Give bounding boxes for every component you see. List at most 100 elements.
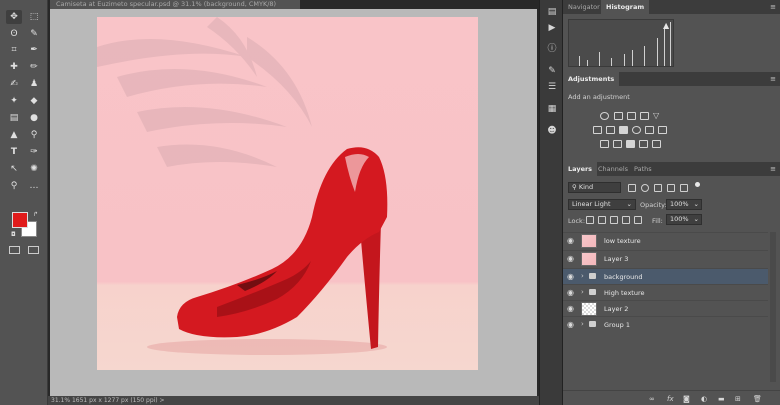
color-lookup-icon[interactable] [658,126,667,134]
zoom-tool-icon[interactable]: ⚲ [6,179,22,193]
posterize-icon[interactable] [613,140,622,148]
chevron-right-icon[interactable]: › [581,288,584,296]
visibility-eye-icon[interactable]: ◉ [567,236,574,245]
info-icon[interactable]: ⓘ [545,42,559,56]
channel-mixer-icon[interactable] [645,126,654,134]
selective-color-icon[interactable] [652,140,661,148]
color-balance-icon[interactable] [593,126,602,134]
play-icon[interactable]: ▶ [545,21,559,35]
lock-image-icon[interactable] [598,216,606,224]
tab-channels[interactable]: Channels [593,162,633,176]
screen-mode-icon[interactable] [28,246,39,254]
lock-all-icon[interactable] [634,216,642,224]
curves-icon[interactable] [627,112,636,120]
brush-settings-icon[interactable]: ✎ [545,64,559,78]
levels-icon[interactable] [614,112,623,120]
tab-navigator[interactable]: Navigator [563,0,605,14]
threshold-icon[interactable] [626,140,635,148]
shape-filter-icon[interactable] [667,184,675,192]
stamp-tool-icon[interactable]: ♟ [26,77,42,91]
layer-style-icon[interactable]: fx [667,395,674,403]
chevron-right-icon[interactable]: › [581,320,584,328]
blur-tool-icon[interactable]: ● [26,111,42,125]
more-tools-icon[interactable]: … [26,179,42,193]
layer-row[interactable]: ◉ Layer 2 [563,300,768,316]
swap-colors-icon[interactable]: ↱ [33,211,38,218]
type-tool-icon[interactable]: T [6,145,22,159]
photo-filter-icon[interactable] [632,126,641,134]
layer-row[interactable]: ◉ Layer 3 [563,250,768,266]
lasso-tool-icon[interactable]: ʘ [6,27,22,41]
burn-tool-icon[interactable]: ⚲ [26,128,42,142]
properties-icon[interactable]: ▦ [545,102,559,116]
tab-paths[interactable]: Paths [629,162,657,176]
path-select-tool-icon[interactable]: ↖ [6,162,22,176]
layer-row[interactable]: ◉ › Group 1 [563,316,768,332]
panel-menu-icon[interactable]: ≡ [770,165,776,173]
visibility-eye-icon[interactable]: ◉ [567,320,574,329]
hue-icon[interactable] [606,126,615,134]
pencil-tool-icon[interactable]: ✏ [26,60,42,74]
quick-mask-icon[interactable] [9,246,20,254]
pixel-filter-icon[interactable] [628,184,636,192]
fill-input[interactable]: 100% ⌄ [666,214,702,225]
crop-tool-icon[interactable]: ⌗ [6,43,22,57]
brightness-icon[interactable] [600,112,609,120]
invert-icon[interactable] [600,140,609,148]
visibility-eye-icon[interactable]: ◉ [567,288,574,297]
delete-layer-icon[interactable]: 🗑 [753,395,762,403]
gradient-tool-icon[interactable]: ▤ [6,111,22,125]
layer-filter-kind[interactable]: ⚲ Kind [568,182,621,193]
panel-menu-icon[interactable]: ≡ [770,75,776,83]
tab-adjustments[interactable]: Adjustments [563,72,620,86]
visibility-eye-icon[interactable]: ◉ [567,304,574,313]
visibility-eye-icon[interactable]: ◉ [567,254,574,263]
layer-row[interactable]: ◉ low texture [563,232,768,248]
adjustment-filter-icon[interactable] [641,184,649,192]
new-adjustment-icon[interactable]: ◐ [701,395,707,403]
new-group-icon[interactable]: ▬ [718,395,725,403]
marquee-tool-icon[interactable]: ⬚ [26,10,42,24]
vibrance-icon[interactable]: ▽ [653,112,662,120]
document-tab[interactable]: Camiseta at Euzimeto specular.psd @ 31.1… [50,0,300,9]
black-white-icon[interactable] [619,126,628,134]
layer-row[interactable]: ◉ › background [563,268,768,284]
filter-toggle-icon[interactable] [695,182,700,187]
add-mask-icon[interactable]: ◙ [683,395,690,403]
blend-mode-select[interactable]: Linear Light ⌄ [568,199,636,210]
gradient-map-icon[interactable] [639,140,648,148]
chevron-right-icon[interactable]: › [581,272,584,280]
lock-transparent-icon[interactable] [586,216,594,224]
history-icon[interactable]: ▤ [545,5,559,19]
eraser-tool-icon[interactable]: ◆ [26,94,42,108]
type-filter-icon[interactable] [654,184,662,192]
canvas-image[interactable] [97,17,478,370]
new-layer-icon[interactable]: ⊞ [735,395,741,403]
exposure-icon[interactable] [640,112,649,120]
dodge-tool-icon[interactable]: ▲ [6,128,22,142]
opacity-input[interactable]: 100% ⌄ [666,199,702,210]
foreground-color-swatch[interactable] [12,212,28,228]
tab-layers[interactable]: Layers [563,162,598,176]
adjust-icon[interactable]: ☰ [545,80,559,94]
people-icon[interactable]: ☻ [545,124,559,138]
lock-artboard-icon[interactable] [622,216,630,224]
eyedropper-tool-icon[interactable]: ✒ [26,43,42,57]
warning-icon[interactable]: ▲ [663,21,669,30]
healing-tool-icon[interactable]: ✚ [6,60,22,74]
history-brush-tool-icon[interactable]: ✦ [6,94,22,108]
panel-menu-icon[interactable]: ≡ [770,3,776,11]
move-tool-icon[interactable]: ✥ [6,10,22,24]
quick-select-tool-icon[interactable]: ✎ [26,27,42,41]
pen-tool-icon[interactable]: ✑ [26,145,42,159]
layers-scrollbar[interactable] [770,232,776,382]
visibility-eye-icon[interactable]: ◉ [567,272,574,281]
default-colors-icon[interactable]: ◘ [11,231,16,238]
smart-object-filter-icon[interactable] [680,184,688,192]
brush-tool-icon[interactable]: ✍ [6,77,22,91]
shape-tool-icon[interactable]: ✺ [26,162,42,176]
lock-position-icon[interactable] [610,216,618,224]
link-layers-icon[interactable]: ∞ [649,395,655,403]
layer-row[interactable]: ◉ › High texture [563,284,768,300]
tab-histogram[interactable]: Histogram [601,0,650,14]
